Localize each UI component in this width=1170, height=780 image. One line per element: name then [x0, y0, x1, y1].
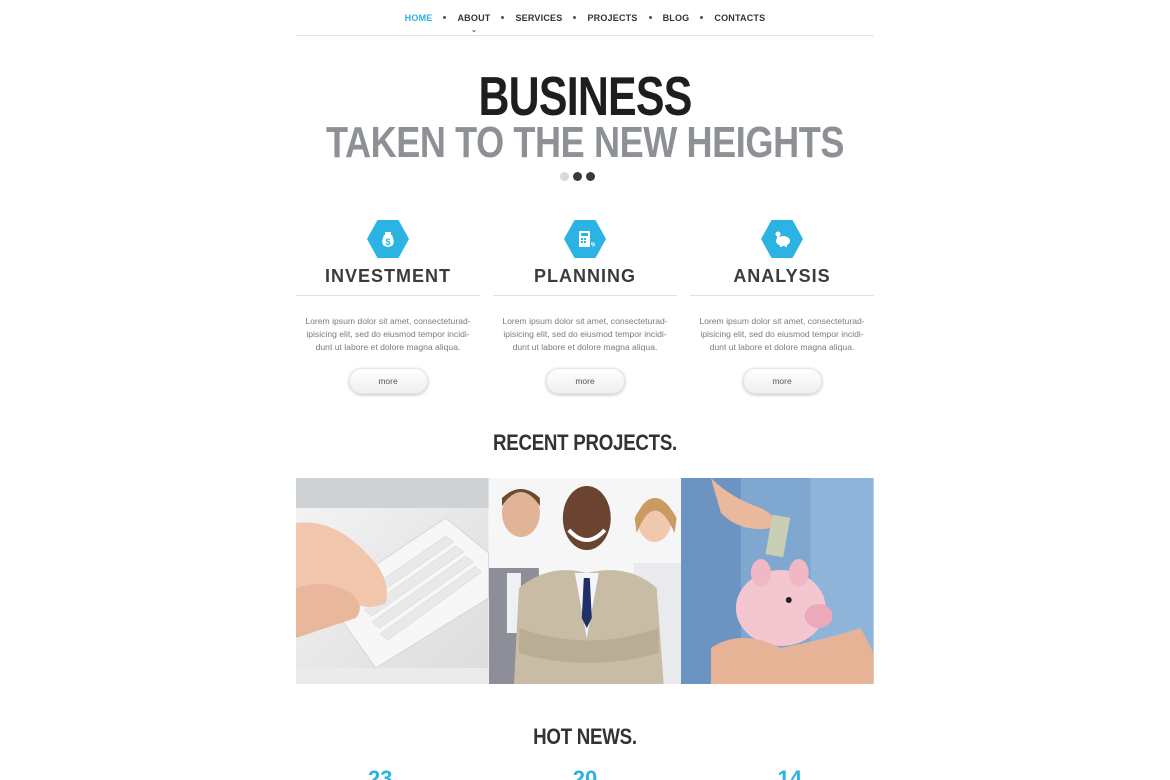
nav-item-about[interactable]: ABOUT ⌄	[457, 13, 490, 34]
services-section: $ INVESTMENT Lorem ipsum dolor sit amet,…	[296, 220, 874, 394]
news-date: 20	[572, 766, 598, 780]
money-bag-icon: $	[367, 220, 409, 258]
chevron-down-icon: ⌄	[470, 26, 478, 34]
project-team-photo[interactable]	[488, 478, 682, 684]
service-title: ANALYSIS	[690, 266, 874, 296]
recent-projects-title: RECENT PROJECTS.	[493, 430, 677, 455]
main-nav: HOME ABOUT ⌄ SERVICES PROJECTS BLOG CONTA…	[296, 0, 874, 36]
slider-pagination	[560, 172, 595, 181]
nav-separator	[700, 16, 704, 19]
svg-text:%: %	[591, 242, 595, 249]
slider-dot-2[interactable]	[573, 172, 582, 181]
nav-item-projects[interactable]: PROJECTS	[587, 13, 637, 23]
nav-item-services[interactable]: SERVICES	[515, 13, 562, 23]
service-investment: $ INVESTMENT Lorem ipsum dolor sit amet,…	[296, 220, 480, 394]
service-title: INVESTMENT	[296, 266, 480, 296]
service-analysis: ANALYSIS Lorem ipsum dolor sit amet, con…	[690, 220, 874, 394]
service-planning: % PLANNING Lorem ipsum dolor sit amet, c…	[493, 220, 677, 394]
project-piggy-bank-photo[interactable]	[681, 478, 874, 684]
nav-separator	[648, 16, 652, 19]
calculator-icon: %	[564, 220, 606, 258]
nav-separator	[573, 16, 577, 19]
hero-subtitle: TAKEN TO THE NEW HEIGHTS	[325, 118, 845, 167]
nav-separator	[443, 16, 447, 19]
project-keyboard-photo[interactable]	[296, 478, 489, 684]
nav-item-contacts[interactable]: CONTACTS	[714, 13, 765, 23]
news-dates: 23 20 14	[296, 766, 874, 780]
piggy-bank-icon	[761, 220, 803, 258]
nav-item-blog[interactable]: BLOG	[663, 13, 690, 23]
slider-dot-3[interactable]	[586, 172, 595, 181]
news-date: 14	[777, 766, 802, 780]
more-button[interactable]: more	[742, 368, 822, 394]
service-title: PLANNING	[493, 266, 677, 296]
projects-gallery	[296, 478, 874, 684]
news-date: 23	[368, 766, 393, 780]
service-text: Lorem ipsum dolor sit amet, consectetura…	[305, 316, 471, 352]
nav-item-home[interactable]: HOME	[405, 13, 433, 23]
hot-news-title: HOT NEWS.	[533, 724, 637, 749]
more-button[interactable]: more	[545, 368, 625, 394]
nav-separator	[501, 16, 505, 19]
service-text: Lorem ipsum dolor sit amet, consectetura…	[502, 316, 668, 352]
service-text: Lorem ipsum dolor sit amet, consectetura…	[699, 316, 865, 352]
svg-text:$: $	[385, 237, 390, 247]
more-button[interactable]: more	[348, 368, 428, 394]
slider-dot-1[interactable]	[560, 172, 569, 181]
